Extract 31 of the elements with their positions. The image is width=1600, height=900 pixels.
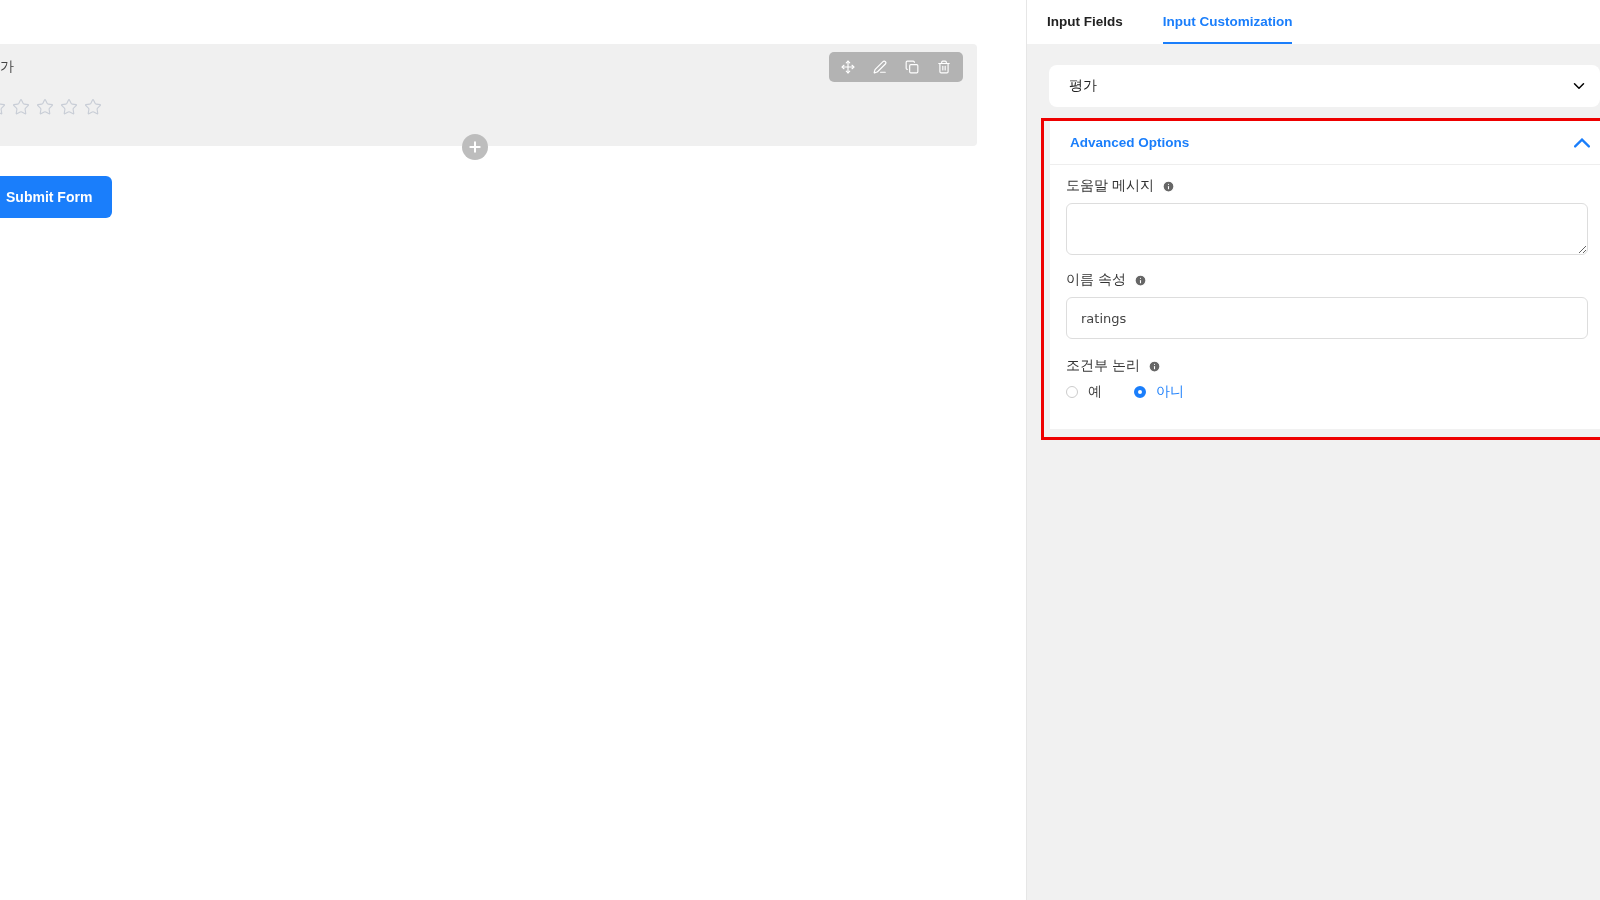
name-attribute-field[interactable]: ratings <box>1066 297 1588 339</box>
edit-icon[interactable] <box>873 60 887 74</box>
select-value: 평가 <box>1069 77 1097 95</box>
field-label: 도움말 메시지 <box>1066 177 1155 195</box>
help-message-field[interactable] <box>1066 203 1588 255</box>
move-icon[interactable] <box>841 60 855 74</box>
info-icon <box>1148 359 1162 373</box>
field-label: 이름 속성 <box>1066 271 1127 289</box>
radio-button[interactable] <box>1134 386 1146 398</box>
star-icon <box>84 98 102 116</box>
star-icon <box>12 98 30 116</box>
copy-icon[interactable] <box>905 60 919 74</box>
field-label: 가 <box>0 58 14 76</box>
star-icon <box>60 98 78 116</box>
submit-form-button[interactable]: Submit Form <box>0 176 113 218</box>
info-icon <box>1134 273 1148 287</box>
field-label: 조건부 논리 <box>1066 357 1141 375</box>
radio-label[interactable]: 아니 <box>1156 383 1184 401</box>
add-field-button[interactable] <box>462 134 488 160</box>
radio-button[interactable] <box>1066 386 1078 398</box>
info-icon <box>1162 179 1176 193</box>
plus-icon <box>467 139 483 155</box>
tab[interactable]: Input Customization <box>1162 0 1293 44</box>
chevron-up-icon <box>1574 137 1590 148</box>
radio-label[interactable]: 예 <box>1088 383 1102 401</box>
field-select[interactable]: 평가 <box>1049 65 1600 107</box>
rating-field-card[interactable]: 가 <box>0 44 977 146</box>
tab[interactable]: Input Fields <box>1047 0 1123 44</box>
star-icon <box>36 98 54 116</box>
advanced-options-header[interactable]: Advanced Options <box>1050 121 1600 165</box>
delete-icon[interactable] <box>937 60 951 74</box>
